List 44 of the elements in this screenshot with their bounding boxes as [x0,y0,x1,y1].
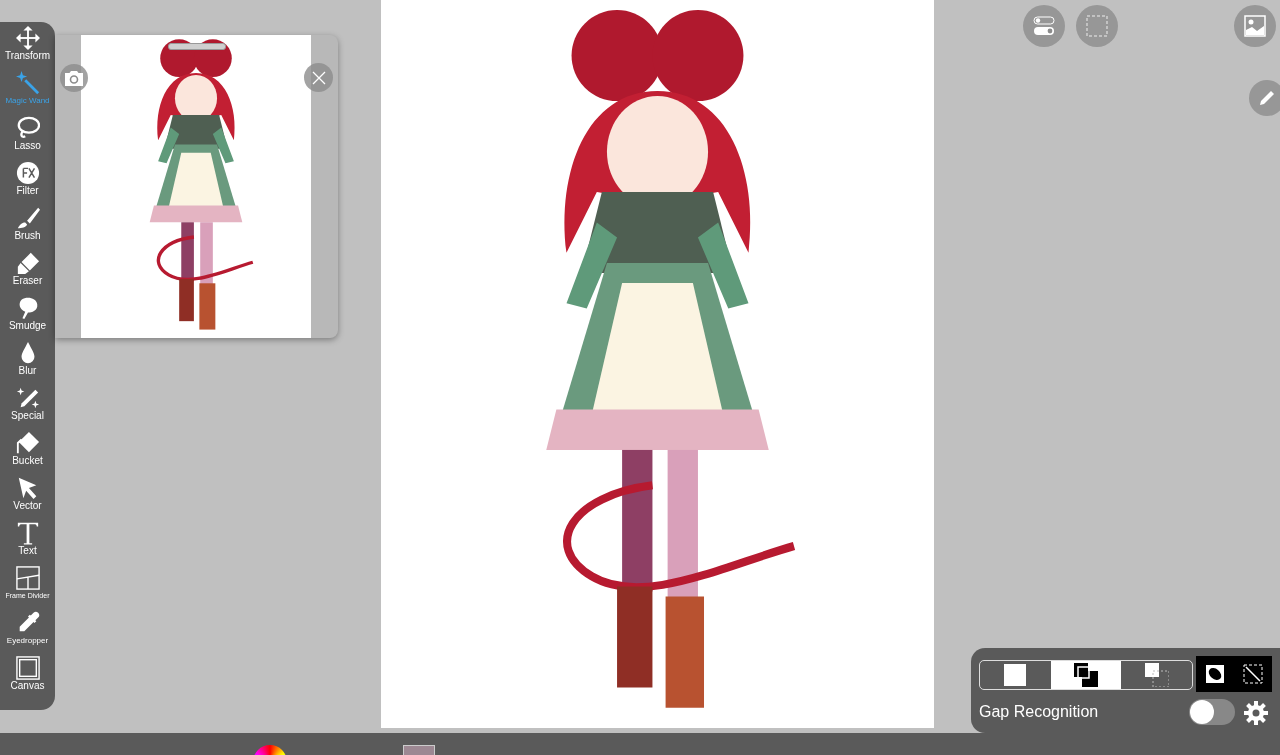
pencil-button[interactable] [1249,80,1280,116]
tool-button[interactable]: Brush [0,202,55,247]
tool-button[interactable]: Smudge [0,292,55,337]
tool-button[interactable]: Filter [0,157,55,202]
move-icon [15,26,40,50]
selection-mode-button[interactable] [1050,661,1122,689]
lasso-icon [15,116,40,140]
camera-button[interactable] [60,64,88,92]
magic-wand-icon [15,71,40,95]
fx-icon [15,161,40,185]
clear-selection-icon[interactable] [1243,664,1263,684]
tool-button[interactable]: Eraser [0,247,55,292]
text-tool-icon [15,521,40,545]
tool-button[interactable]: Eyedropper [0,607,55,652]
toggle-settings-button[interactable] [1023,5,1065,47]
image-icon [1244,15,1266,37]
tool-button[interactable]: Lasso [0,112,55,157]
close-icon [311,70,326,85]
toggle-switches-icon [1033,15,1055,37]
eraser-icon [15,251,40,275]
overlap-squares-icon [1074,663,1098,687]
settings-icon[interactable] [1243,700,1269,726]
pencil-icon [1259,90,1275,106]
tool-button[interactable]: Canvas [0,652,55,697]
tool-button[interactable]: Blur [0,337,55,382]
tool-button[interactable]: Text [0,517,55,562]
close-button[interactable] [304,63,333,92]
dashed-square-icon [1086,15,1108,37]
canvas-icon [15,656,40,680]
gap-recognition-label: Gap Recognition [979,703,1099,721]
tool-button[interactable]: Vector [0,472,55,517]
bucket-icon [15,431,40,455]
tool-button[interactable]: Bucket [0,427,55,472]
toggle-switch[interactable] [1189,699,1235,725]
square-icon [1004,664,1027,686]
tool-button[interactable]: Transform [0,22,55,67]
tool-button[interactable]: Special [0,382,55,427]
brush-icon [15,206,40,230]
reference-button[interactable] [1234,5,1276,47]
drag-handle[interactable] [168,43,226,50]
sparkle-pen-icon [15,386,40,410]
overlap-squares-icon [1144,663,1169,687]
invert-selection-icon[interactable] [1205,664,1225,684]
camera-icon [65,70,83,86]
